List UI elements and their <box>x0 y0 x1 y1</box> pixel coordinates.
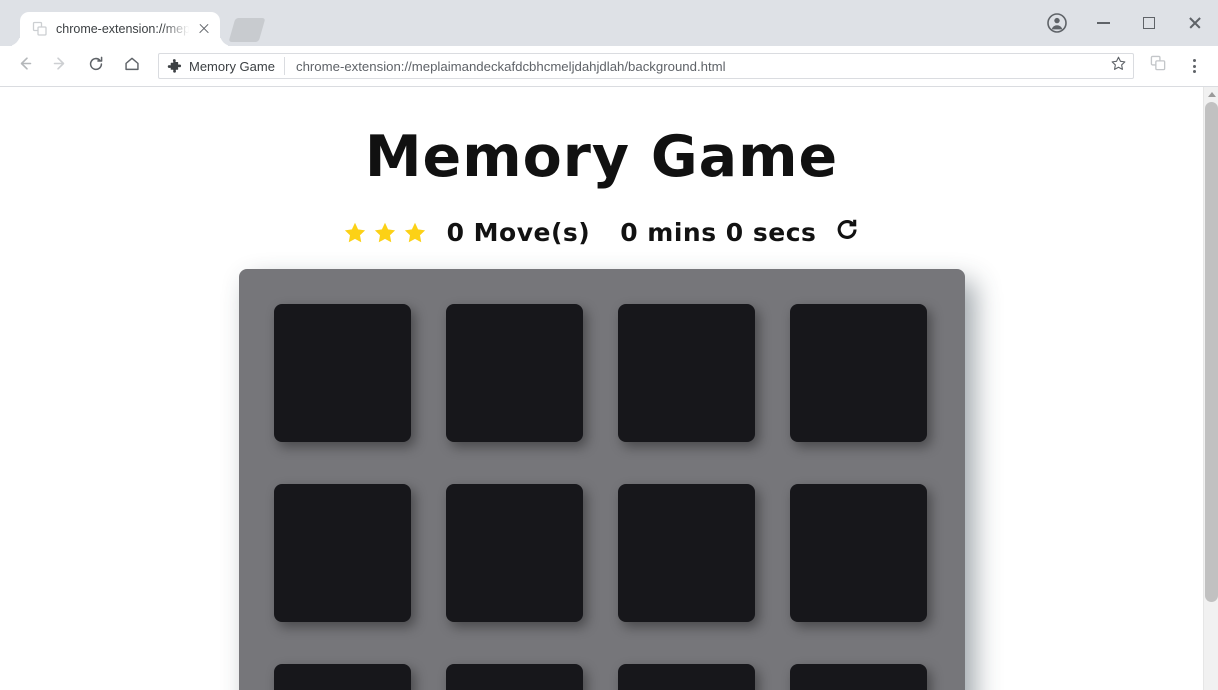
extension-origin-chip: Memory Game <box>167 57 285 75</box>
page-title: Memory Game <box>364 124 839 190</box>
forward-arrow-icon <box>51 54 70 78</box>
reload-button[interactable] <box>81 51 111 81</box>
memory-card[interactable] <box>617 664 755 690</box>
restart-button[interactable] <box>834 217 860 248</box>
reload-icon <box>87 55 105 78</box>
tab-close-icon[interactable] <box>196 21 212 37</box>
memory-card[interactable] <box>445 304 583 442</box>
browser-toolbar: Memory Game chrome-extension://meplaiman… <box>0 46 1218 87</box>
three-dot-menu-icon <box>1185 57 1203 75</box>
extensions-button[interactable] <box>1143 51 1173 81</box>
browser-window: chrome-extension://mepl Memory Game chro… <box>0 0 1218 690</box>
minimize-button[interactable] <box>1080 3 1126 43</box>
bookmark-button[interactable] <box>1107 55 1129 77</box>
memory-card[interactable] <box>617 304 755 442</box>
new-tab-button[interactable] <box>228 18 266 42</box>
memory-card[interactable] <box>445 664 583 690</box>
restart-icon <box>835 217 860 248</box>
back-arrow-icon <box>15 54 34 78</box>
page-scrollbar[interactable] <box>1203 87 1218 690</box>
page-viewport: Memory Game 0 Move(s) 0 mins 0 secs <box>0 87 1218 690</box>
memory-game-page: Memory Game 0 Move(s) 0 mins 0 secs <box>0 87 1203 690</box>
moves-counter: 0 Move(s) <box>446 218 591 247</box>
star-icon <box>403 221 427 245</box>
close-window-button[interactable] <box>1172 3 1218 43</box>
url-text[interactable]: chrome-extension://meplaimandeckafdcbhcm… <box>285 59 1107 74</box>
memory-card[interactable] <box>273 664 411 690</box>
score-panel: 0 Move(s) 0 mins 0 secs <box>0 218 1203 247</box>
close-icon <box>1188 16 1202 30</box>
tab-strip: chrome-extension://mepl <box>0 0 1218 46</box>
memory-card[interactable] <box>445 484 583 622</box>
home-icon <box>123 55 141 78</box>
window-controls <box>1034 0 1218 46</box>
extension-puzzle-icon <box>32 21 48 37</box>
star-rating <box>343 221 433 245</box>
puzzle-piece-icon <box>167 58 182 74</box>
maximize-icon <box>1143 17 1155 29</box>
memory-card[interactable] <box>789 304 927 442</box>
profile-avatar-icon <box>1047 13 1067 33</box>
browser-tab-active[interactable]: chrome-extension://mepl <box>20 12 220 46</box>
star-icon <box>343 221 367 245</box>
browser-menu-button[interactable] <box>1179 51 1209 81</box>
memory-card[interactable] <box>789 484 927 622</box>
extensions-icon <box>1150 55 1167 77</box>
toolbar-right-actions <box>1140 51 1212 81</box>
extension-chip-label: Memory Game <box>189 58 275 74</box>
timer-display: 0 mins 0 secs <box>620 218 817 247</box>
memory-card-deck <box>238 269 965 690</box>
minimize-icon <box>1096 22 1110 24</box>
memory-card[interactable] <box>789 664 927 690</box>
maximize-button[interactable] <box>1126 3 1172 43</box>
scrollbar-thumb[interactable] <box>1205 102 1218 602</box>
deck-container <box>0 269 1203 690</box>
star-outline-icon <box>1110 55 1127 77</box>
tab-title: chrome-extension://mepl <box>56 22 192 36</box>
profile-button[interactable] <box>1034 3 1080 43</box>
memory-card[interactable] <box>273 304 411 442</box>
memory-card[interactable] <box>617 484 755 622</box>
back-button[interactable] <box>9 51 39 81</box>
scroll-up-arrow-icon[interactable] <box>1204 87 1218 102</box>
memory-card[interactable] <box>273 484 411 622</box>
home-button[interactable] <box>117 51 147 81</box>
address-bar[interactable]: Memory Game chrome-extension://meplaiman… <box>158 53 1134 79</box>
forward-button[interactable] <box>45 51 75 81</box>
star-icon <box>373 221 397 245</box>
